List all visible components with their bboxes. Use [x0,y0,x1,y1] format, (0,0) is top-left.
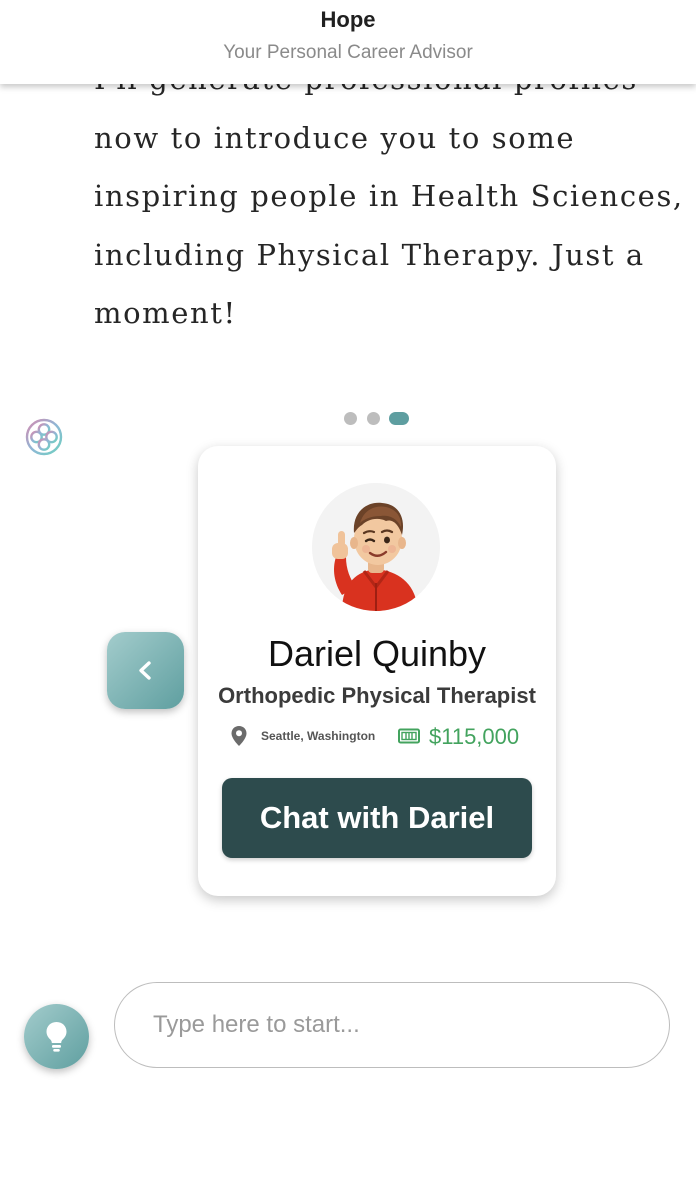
pager-dot[interactable] [344,412,357,425]
chevron-left-icon [139,661,151,680]
chat-with-profile-button[interactable]: Chat with Dariel [222,778,532,858]
message-line: inspiring people in Health Sciences, [94,179,684,213]
memoji-avatar-icon [312,483,440,611]
assistant-message: I'll generate professional profiles now … [94,50,684,343]
message-line: now to introduce you to some [94,120,576,155]
profile-name: Dariel Quinby [267,633,487,674]
header-title: Hope [320,7,376,32]
money-bill-icon [398,728,420,744]
pager-dot-active[interactable] [389,412,409,425]
profile-avatar [312,483,440,611]
previous-profile-button[interactable] [107,632,184,709]
app-header: Hope Your Personal Career Advisor [0,0,696,84]
map-pin-icon [231,726,247,746]
profile-role: Orthopedic Physical Therapist [218,683,536,708]
pager-dot[interactable] [367,412,380,425]
lightbulb-icon [46,1022,67,1052]
hint-button[interactable] [24,1004,89,1069]
carousel-pager [344,411,414,425]
profile-location: Seattle, Washington [261,729,376,743]
message-line: moment! [94,296,237,330]
hope-logo-icon [24,417,64,457]
message-line: including Physical Therapy. Just a [94,237,645,272]
header-subtitle: Your Personal Career Advisor [223,42,473,63]
chat-input[interactable] [114,982,670,1068]
profile-salary: $115,000 [429,724,520,749]
profile-card: Dariel Quinby Orthopedic Physical Therap… [198,446,556,896]
profile-meta: Seattle, Washington $115,000 [230,724,530,750]
